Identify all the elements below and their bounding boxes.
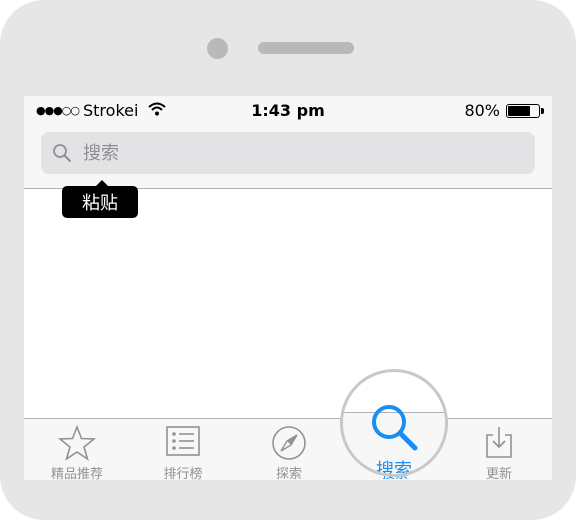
battery-percent: 80% <box>464 101 500 120</box>
tab-top-charts[interactable]: 排行榜 <box>130 419 236 480</box>
phone-frame: ●●●○○ Strokei 1:43 pm 80% 搜索 粘贴 精品推荐 排行榜… <box>0 0 576 520</box>
magnifier-loupe: 搜索 <box>340 369 448 477</box>
search-icon <box>369 402 421 456</box>
camera-dot <box>207 38 228 59</box>
screen: ●●●○○ Strokei 1:43 pm 80% 搜索 粘贴 精品推荐 排行榜… <box>24 96 552 480</box>
battery-icon <box>506 103 544 118</box>
star-icon <box>57 424 97 465</box>
search-field[interactable] <box>41 132 535 174</box>
speaker-grille <box>258 42 354 54</box>
status-bar: ●●●○○ Strokei 1:43 pm 80% <box>24 96 552 126</box>
search-input[interactable] <box>81 141 525 165</box>
tab-explore[interactable]: 探索 <box>236 419 342 480</box>
battery-fill <box>508 105 531 116</box>
tab-bar: 精品推荐 排行榜 探索 更新 搜索 <box>24 369 552 480</box>
list-icon <box>166 425 200 461</box>
download-icon <box>483 425 515 463</box>
paste-menu-item[interactable]: 粘贴 <box>62 180 138 218</box>
search-icon <box>51 142 73 164</box>
tab-updates[interactable]: 更新 <box>446 419 552 480</box>
compass-icon <box>271 425 307 465</box>
magnified-tab-label: 搜索 <box>376 460 412 477</box>
tab-featured[interactable]: 精品推荐 <box>24 419 130 480</box>
